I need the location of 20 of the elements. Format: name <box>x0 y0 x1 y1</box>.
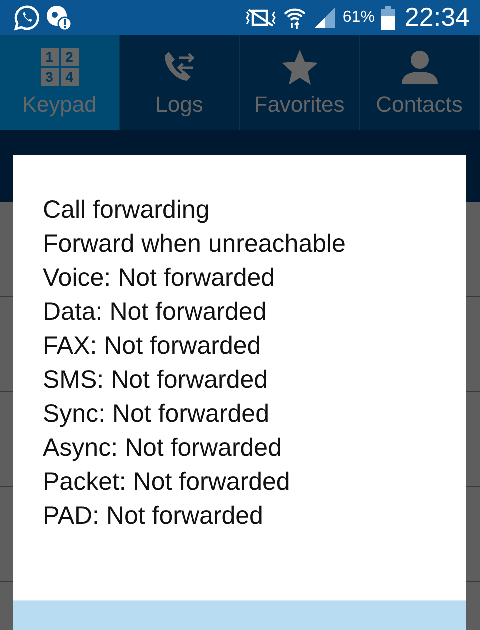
clock: 22:34 <box>404 2 470 33</box>
dialog-text-line: SMS: Not forwarded <box>43 365 270 396</box>
vibrate-off-icon <box>244 6 277 28</box>
battery-icon <box>380 6 395 30</box>
dialog-text-line: Call forwarding <box>43 195 211 226</box>
dialog-text-line: Forward when unreachable <box>43 229 347 260</box>
dialog-text-line: Async: Not forwarded <box>43 433 283 464</box>
battery-percent: 61% <box>342 8 375 26</box>
dialog-text-line: PAD: Not forwarded <box>43 501 264 532</box>
dialog-text-line: Sync: Not forwarded <box>43 399 270 430</box>
tab[interactable]: 1 2 3 4 Keypad <box>0 35 120 130</box>
dialog-text-line: Packet: Not forwarded <box>43 467 292 498</box>
dialog-text-line: Data: Not forwarded <box>43 297 268 328</box>
alert-badge-icon <box>46 4 72 30</box>
dialog-text-line: Voice: Not forwarded <box>43 263 276 294</box>
wifi-icon <box>282 6 307 30</box>
chat-bubble-icon <box>14 4 40 30</box>
star-icon <box>280 48 318 86</box>
dialog-text-line: FAX: Not forwarded <box>43 331 262 362</box>
signal-icon <box>312 6 337 30</box>
